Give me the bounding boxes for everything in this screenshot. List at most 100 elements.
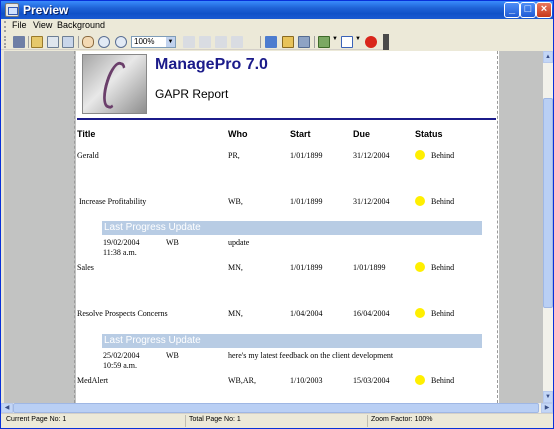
row-due: 16/04/2004 [353,309,390,318]
close-button[interactable]: × [536,2,552,18]
row-start: 1/04/2004 [290,309,323,318]
row-due: 31/12/2004 [353,151,390,160]
menu-view[interactable]: View [33,20,52,30]
email-icon[interactable] [341,36,353,48]
progress-update-time: 10:59 a.m. [103,361,137,370]
title-bar[interactable]: Preview _ □ × [1,1,553,19]
chevron-down-icon[interactable]: ▼ [166,37,175,47]
report-app-name: ManagePro 7.0 [155,56,268,73]
export-icon[interactable] [318,36,330,48]
maximize-button[interactable]: □ [520,2,536,18]
row-status: Behind [431,376,455,385]
toolbar-overflow[interactable] [383,34,389,50]
column-header-status: Status [415,129,443,139]
status-dot [415,150,425,160]
row-status: Behind [431,151,455,160]
row-due: 31/12/2004 [353,197,390,206]
progress-update-time: 11:38 a.m. [103,248,137,257]
row-status: Behind [431,197,455,206]
progress-update-who: WB [166,351,179,360]
progress-update-date: 19/02/2004 [103,238,140,247]
column-header-start: Start [290,129,311,139]
layout-icon[interactable] [265,36,277,48]
status-dot [415,196,425,206]
row-start: 1/10/2003 [290,376,323,385]
previous-page-icon[interactable] [199,36,211,48]
column-header-who: Who [228,129,248,139]
company-logo [82,54,147,114]
progress-update-text: update [228,238,250,247]
report-title: GAPR Report [155,87,229,101]
status-separator [367,415,368,427]
open-icon[interactable] [31,36,43,48]
page-setup-icon[interactable] [62,36,74,48]
window-title: Preview [23,3,69,17]
row-title: MedAlert [77,376,109,385]
horizontal-scroll-thumb[interactable] [13,403,539,413]
export-dropdown-icon[interactable]: ▼ [332,36,338,48]
zoom-status: Zoom Factor: 100% [371,416,433,423]
email-dropdown-icon[interactable]: ▼ [355,36,361,48]
row-due: 1/01/1899 [353,263,386,272]
progress-update-text: here's my latest feedback on the client … [228,351,394,360]
window-app-icon [5,3,19,17]
row-who: WB,AR, [228,376,256,385]
row-who: MN, [228,263,243,272]
zoom-in-icon[interactable] [98,36,110,48]
preview-window: Preview _ □ × File View Background 100% … [0,0,554,429]
progress-update-header: Last Progress Update [102,334,482,348]
zoom-select[interactable]: 100% ▼ [131,36,176,48]
horizontal-scrollbar[interactable]: ◀ ▶ [1,403,553,413]
row-start: 1/01/1899 [290,151,323,160]
status-bar: Current Page No: 1 Total Page No: 1 Zoom… [1,413,553,428]
first-page-icon[interactable] [183,36,195,48]
vertical-scroll-thumb[interactable] [543,98,553,308]
toolbar-grip[interactable] [4,36,7,48]
menu-background[interactable]: Background [57,20,105,30]
current-page-status: Current Page No: 1 [6,416,67,423]
scroll-down-icon[interactable]: ▼ [543,391,553,403]
print-icon[interactable] [47,36,59,48]
status-separator [185,415,186,427]
toolbar-separator [260,36,261,48]
toolbar-separator [78,36,79,48]
column-header-due: Due [353,129,371,139]
row-start: 1/01/1899 [290,263,323,272]
page-margin-left [74,51,75,403]
status-dot [415,262,425,272]
last-page-icon[interactable] [231,36,243,48]
scroll-up-icon[interactable]: ▲ [543,51,553,63]
menu-file[interactable]: File [12,20,27,30]
vertical-scrollbar[interactable]: ▲ ▼ [543,51,553,403]
header-rule [77,118,496,120]
toolbar: 100% ▼ ▼ ▼ [1,34,387,50]
row-due: 15/03/2004 [353,376,390,385]
row-status: Behind [431,263,455,272]
scroll-left-icon[interactable]: ◀ [1,403,13,413]
minimize-button[interactable]: _ [504,2,520,18]
row-who: MN, [228,309,243,318]
progress-update-date: 25/02/2004 [103,351,140,360]
row-who: WB, [228,197,243,206]
hand-icon[interactable] [82,36,94,48]
highlight-icon[interactable] [282,36,294,48]
binoculars-icon[interactable] [13,36,25,48]
background-icon[interactable] [298,36,310,48]
row-title: Resolve Prospects Concerns [77,309,168,318]
next-page-icon[interactable] [215,36,227,48]
scroll-right-icon[interactable]: ▶ [541,403,553,413]
row-who: PR, [228,151,240,160]
progress-update-who: WB [166,238,179,247]
row-start: 1/01/1899 [290,197,323,206]
toolbar-separator [28,36,29,48]
status-dot [415,375,425,385]
menu-bar: File View Background [1,19,553,34]
row-status: Behind [431,309,455,318]
row-title: Gerald [77,151,99,160]
total-pages-status: Total Page No: 1 [189,416,241,423]
close-preview-icon[interactable] [365,36,377,48]
progress-update-header: Last Progress Update [102,221,482,235]
status-dot [415,308,425,318]
menu-grip[interactable] [4,21,7,32]
zoom-out-icon[interactable] [115,36,127,48]
